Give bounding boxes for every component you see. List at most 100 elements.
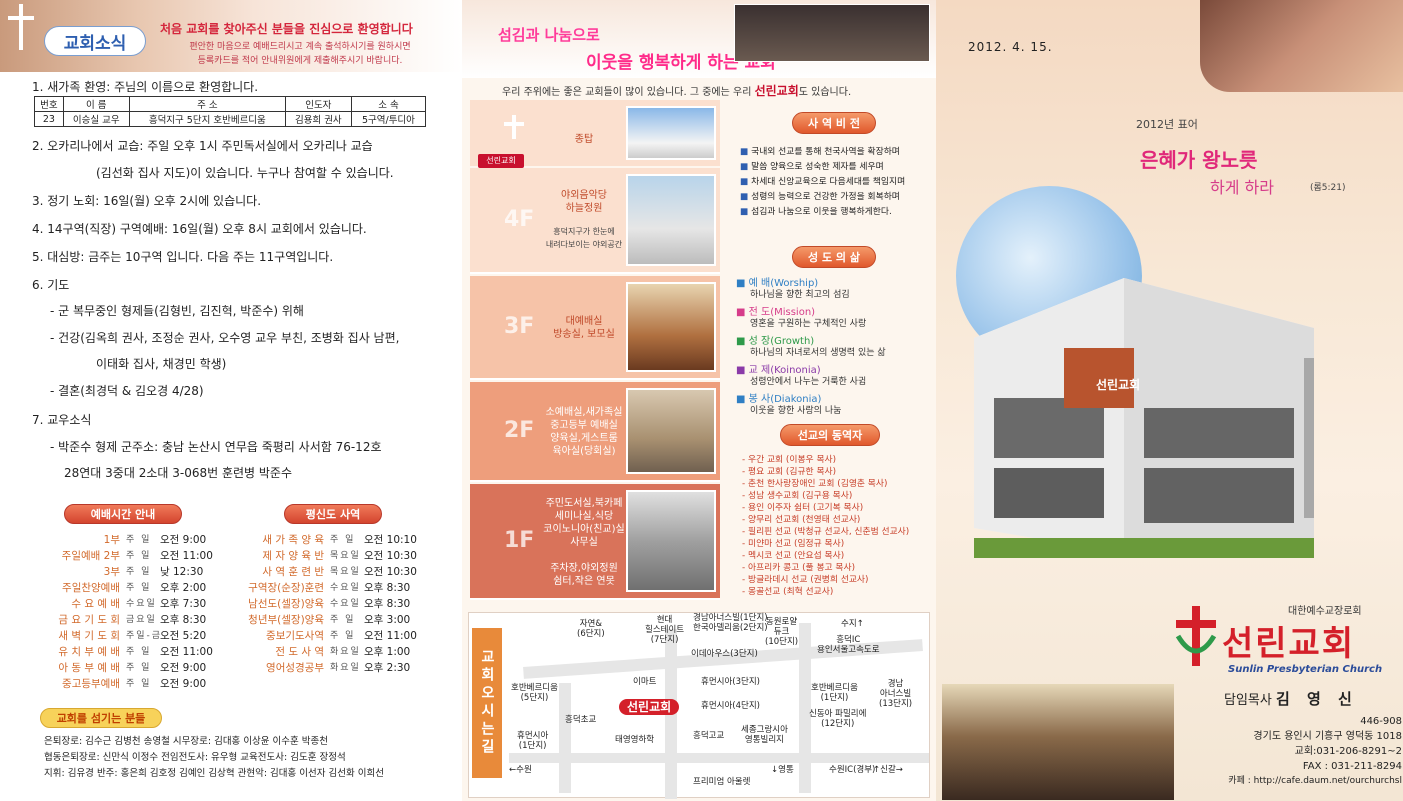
square-bullet-icon: ■	[740, 162, 752, 172]
schedule-time: 오후 8:30	[364, 582, 411, 594]
visitor-table-cell: 23	[34, 111, 64, 127]
mission-partner-item: - 몽골선교 (최혁 선교사)	[742, 587, 834, 597]
visitor-table: 번호 이 름주 소 인도자 소 속 23 이승실 교우 흥덕지구 5단지 호반베르디움 김용…	[34, 96, 427, 127]
tower-cross-icon	[512, 115, 516, 139]
schedule-time: 오후 8:30	[160, 614, 207, 626]
news-item-6b: - 건강(김옥희 권사, 조정순 권사, 오수영 교우 부친, 조병화 집사 남…	[50, 331, 400, 345]
church-name: 선린교회	[1222, 624, 1356, 664]
schedule-time: 오후 8:30	[364, 598, 411, 610]
address: 경기도 용인시 기흥구 영덕동 1018	[1253, 731, 1402, 742]
map-label: 흥덕IC 용인서울고속도로	[817, 635, 880, 655]
schedule-row: 전 도 사 역 화요일 오후 1:00	[232, 644, 462, 660]
floor-description: 대예배실 방송실, 보모실	[553, 316, 615, 340]
floor-label: 4F	[504, 207, 535, 232]
schedule-row: 영어성경공부 화요일 오후 2:30	[232, 660, 462, 676]
schedule-day: 목요일	[330, 567, 361, 577]
news-item-3: 3. 정기 노회: 16일(월) 오후 2시에 있습니다.	[32, 194, 262, 208]
schedule-name: 청년부(셀장)양육	[248, 614, 324, 626]
map-label: 휴먼시아(3단지)	[701, 677, 760, 687]
motto-verse-line1: 은혜가 왕노릇	[1140, 148, 1258, 172]
schedule-name: 제 자 양 육 반	[262, 550, 324, 562]
schedule-name: 수 요 예 배	[71, 598, 120, 610]
vision-item: ■ 국내외 선교를 통해 천국사역을 확장하며	[740, 147, 900, 157]
vision-item: ■ 성령의 능력으로 건강한 가정을 회복하며	[740, 192, 900, 202]
intro-text: 우리 주위에는 좋은 교회들이 많이 있습니다. 그 중에는 우리 선린교회도 …	[502, 84, 852, 98]
schedule-day: 주 일	[330, 535, 356, 545]
visitor-table-header: 주 소	[128, 96, 286, 112]
schedule-row: 유 치 부 예 배 주 일 오전 11:00	[28, 644, 228, 660]
floor-photo	[626, 490, 716, 592]
news-item-7b: 28연대 3중대 2소대 3-068번 훈련병 박준수	[64, 466, 293, 480]
floor-photo	[626, 388, 716, 474]
visitor-table-header: 이 름	[62, 96, 130, 112]
lay-ministry-schedule: 새 가 족 양 육주 일 오전 10:10 제 자 양 육 반 목요일 오전 10:30…	[232, 532, 462, 692]
schedule-day: 주 일	[126, 567, 152, 577]
floor-label: 3F	[504, 314, 535, 339]
vision-item: ■ 차세대 신앙교육으로 다음세대를 책임지며	[740, 177, 906, 187]
news-item-5: 5. 대심방: 금주는 10구역 입니다. 다음 주는 11구역입니다.	[32, 250, 334, 264]
life-item-description: 하나님을 향한 최고의 섬김	[750, 290, 850, 300]
map-label: 이마트	[633, 677, 657, 687]
schedule-time: 오전 9:00	[160, 678, 207, 690]
map-label: 세종그랑시아 영통빌리지	[741, 725, 788, 745]
news-item-4: 4. 14구역(직장) 구역예배: 16일(월) 오후 8시 교회에서 있습니다…	[32, 222, 367, 236]
welcome-title: 처음 교회를 찾아주신 분들을 진심으로 환영합니다	[160, 22, 413, 36]
helpers-title: 교회를 섬기는 분들	[40, 708, 162, 728]
church-name-english: Sunlin Presbyterian Church	[1228, 664, 1383, 675]
map-label: 자연& (6단지)	[577, 619, 605, 639]
map-label: 이데아우스(3단지)	[691, 649, 758, 659]
schedule-name: 구역장(순장)훈련	[248, 582, 324, 594]
schedule-time: 오전 10:30	[364, 566, 417, 578]
news-item-7: 7. 교우소식	[32, 413, 92, 427]
floor-label: 1F	[504, 528, 535, 553]
tower-cross-bar	[504, 122, 524, 126]
visitor-table-cell: 5구역/투디아	[350, 111, 427, 127]
schedule-time: 오후 3:00	[364, 614, 411, 626]
schedule-name: 아 동 부 예 배	[58, 662, 120, 674]
life-item-description: 하나님의 자녀로서의 생명력 있는 삶	[750, 348, 886, 358]
schedule-row: 1부 주 일 오전 9:00	[28, 532, 228, 548]
postcode: 446-908	[1360, 716, 1402, 727]
schedule-time: 오후 2:00	[160, 582, 207, 594]
map-road	[509, 753, 929, 763]
schedule-day: 주 일	[126, 679, 152, 689]
cafe-link[interactable]: 카페 : http://cafe.daum.net/ourchurchsl	[1192, 774, 1402, 789]
church-building	[974, 278, 1314, 558]
visitor-table-cell: 이승실 교우	[62, 111, 130, 127]
worship-schedule: 1부 주 일 오전 9:00 주일예배 2부 주 일 오전 11:00 3부 주 일낮 12:…	[28, 532, 228, 692]
motto-verse-line2: 하게 하라	[1210, 178, 1274, 197]
denomination: 대한예수교장로회	[1288, 606, 1362, 617]
schedule-day: 주 일	[330, 631, 356, 641]
schedule-day: 주 일	[126, 583, 152, 593]
schedule-name: 3부	[103, 566, 120, 578]
schedule-name: 금 요 기 도 회	[58, 614, 120, 626]
map-road	[559, 683, 571, 793]
schedule-name: 사 역 훈 련 반	[262, 566, 324, 578]
schedule-time: 오전 11:00	[160, 550, 213, 562]
bell-tower-label: 종탑	[574, 134, 594, 145]
schedule-name: 새 가 족 양 육	[262, 534, 324, 546]
cross-icon	[8, 4, 34, 50]
schedule-day: 주 일	[330, 615, 356, 625]
visitor-table-header: 소 속	[350, 96, 427, 112]
schedule-time: 오전 10:30	[364, 550, 417, 562]
vision-item: ■ 섬김과 나눔으로 이웃을 행복하게한다.	[740, 207, 892, 217]
phone: 교회:031-206-8291~2	[1294, 746, 1402, 757]
schedule-day: 주 일	[126, 647, 152, 657]
schedule-row: 주일찬양예배 주 일 오후 2:00	[28, 580, 228, 596]
church-intro-panel: 섬김과 나눔으로 이웃을 행복하게 하는 교회 우리 주위에는 좋은 교회들이 …	[462, 0, 936, 801]
schedule-name: 중보기도사역	[266, 630, 324, 642]
map-label: 태영영하학	[615, 735, 655, 745]
fax: FAX : 031-211-8294	[1302, 761, 1402, 772]
schedule-day: 주일-금	[126, 631, 163, 641]
bulletin-date: 2012. 4. 15.	[968, 40, 1053, 54]
floor-photo	[626, 282, 716, 372]
vision-item: ■ 말씀 양육으로 성숙한 제자를 세우며	[740, 162, 884, 172]
schedule-row: 아 동 부 예 배 주 일 오전 9:00	[28, 660, 228, 676]
life-title: 성 도 의 삶	[792, 246, 876, 268]
year-motto-label: 2012년 표어	[1136, 118, 1198, 131]
news-item-2-cont: (김선화 집사 지도)이 있습니다. 누구나 참여할 수 있습니다.	[96, 166, 394, 180]
schedule-row: 청년부(셀장)양육 주 일 오후 3:00	[232, 612, 462, 628]
directions-map: 자연& (6단지) 현대 힐스테이트 (7단지) 경남아너스빌(1단지) 한국아델리…	[468, 612, 930, 799]
schedule-row: 새 가 족 양 육 주 일 오전 10:10	[232, 532, 462, 548]
